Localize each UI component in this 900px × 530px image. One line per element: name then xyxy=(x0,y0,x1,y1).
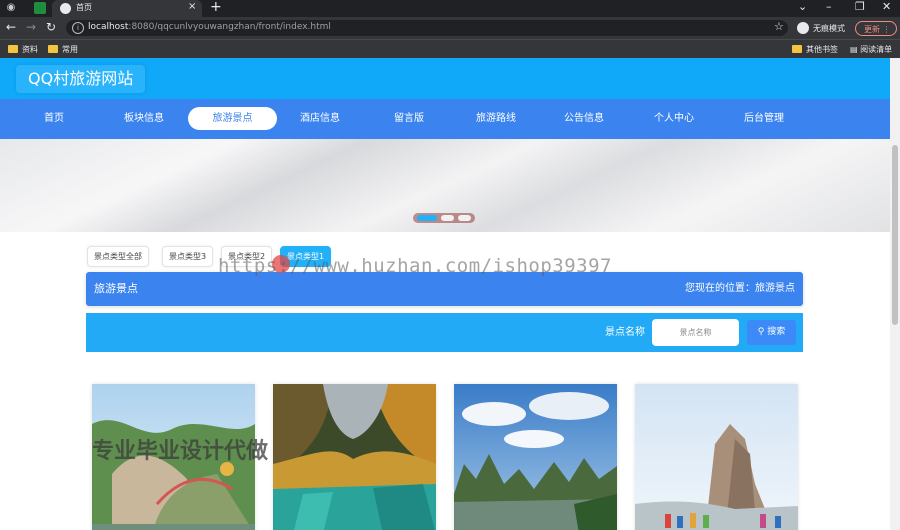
search-panel: 景点名称 ⚲ 搜索 xyxy=(86,313,803,352)
bookmark-label: 资料 xyxy=(22,45,38,54)
bookmark-other[interactable]: 其他书签 xyxy=(792,44,838,55)
update-button[interactable]: 更新 ⋮ xyxy=(855,21,897,36)
category-type3[interactable]: 景点类型3 xyxy=(162,246,214,267)
carousel-dot-3[interactable] xyxy=(458,215,471,221)
nav-item-profile[interactable]: 个人中心 xyxy=(648,99,700,139)
page-viewport: QQ村旅游网站 首页 板块信息 旅游景点 酒店信息 留言版 旅游路线 公告信息 … xyxy=(0,58,890,530)
breadcrumb: 您现在的位置：旅游景点 xyxy=(685,283,795,294)
bookmark-folder-changyong[interactable]: 常用 xyxy=(48,44,78,55)
main-nav: 首页 板块信息 旅游景点 酒店信息 留言版 旅游路线 公告信息 个人中心 后台管… xyxy=(0,99,890,139)
url-field[interactable]: i localhost:8080/qqcunlvyouwangzhan/fron… xyxy=(66,20,788,36)
incognito-label[interactable]: 无痕模式 xyxy=(813,23,845,34)
bookmark-star-icon[interactable]: ☆ xyxy=(774,20,784,33)
new-tab-button[interactable]: + xyxy=(210,0,222,15)
folder-icon xyxy=(8,45,18,53)
nav-item-routes[interactable]: 旅游路线 xyxy=(470,99,522,139)
back-icon[interactable]: ← xyxy=(6,20,16,34)
address-bar-row: ← → ↻ i localhost:8080/qqcunlvyouwangzha… xyxy=(0,17,900,39)
nav-item-attractions[interactable]: 旅游景点 xyxy=(188,107,277,130)
bookmark-label: 阅读清单 xyxy=(860,45,893,54)
url-path: :8080/qqcunlvyouwangzhan/front/index.htm… xyxy=(128,22,331,32)
update-label: 更新 xyxy=(864,25,880,34)
search-button[interactable]: ⚲ 搜索 xyxy=(747,320,796,345)
bookmark-label: 常用 xyxy=(62,45,78,54)
restore-icon[interactable]: ❐ xyxy=(855,0,865,13)
nav-item-home[interactable]: 首页 xyxy=(38,99,70,139)
tab-list-icon[interactable]: ⌄ xyxy=(798,0,807,13)
nav-item-notices[interactable]: 公告信息 xyxy=(558,99,610,139)
incognito-icon[interactable] xyxy=(797,22,809,34)
reading-list-icon: ▤ xyxy=(850,45,861,54)
search-label: 景点名称 xyxy=(605,327,645,338)
nav-item-hotels[interactable]: 酒店信息 xyxy=(294,99,346,139)
minimize-icon[interactable]: – xyxy=(826,0,832,13)
site-logo[interactable]: QQ村旅游网站 xyxy=(16,65,146,93)
carousel-indicators xyxy=(413,213,475,223)
reload-icon[interactable]: ↻ xyxy=(46,20,56,34)
nav-item-board[interactable]: 板块信息 xyxy=(118,99,170,139)
folder-icon xyxy=(792,45,802,53)
reading-list[interactable]: ▤ 阅读清单 xyxy=(850,44,892,55)
category-all[interactable]: 景点类型全部 xyxy=(87,246,149,267)
nav-item-guestbook[interactable]: 留言版 xyxy=(388,99,430,139)
url-text: localhost:8080/qqcunlvyouwangzhan/front/… xyxy=(88,22,331,32)
close-icon[interactable]: × xyxy=(188,1,196,12)
nav-item-admin[interactable]: 后台管理 xyxy=(738,99,790,139)
folder-icon xyxy=(48,45,58,53)
attraction-card[interactable] xyxy=(454,384,617,530)
attraction-image-rock-peak-crowd xyxy=(635,384,798,530)
search-input[interactable] xyxy=(652,319,739,346)
globe-icon xyxy=(60,3,71,14)
info-icon[interactable]: i xyxy=(72,22,84,34)
attraction-card[interactable] xyxy=(273,384,436,530)
browser-tab-active[interactable]: 首页 × xyxy=(52,0,202,17)
close-window-icon[interactable]: ✕ xyxy=(882,0,891,13)
watermark-url: https://www.huzhan.com/ishop39397 xyxy=(218,255,612,277)
carousel-dot-2[interactable] xyxy=(441,215,454,221)
bookmark-label: 其他书签 xyxy=(806,45,838,54)
attraction-image-karst-river xyxy=(454,384,617,530)
forward-icon[interactable]: → xyxy=(26,20,36,34)
url-host: localhost xyxy=(88,22,129,32)
attraction-image-autumn-lake xyxy=(273,384,436,530)
search-icon: ⚲ xyxy=(757,327,768,337)
attraction-card[interactable] xyxy=(635,384,798,530)
tab-search-icon[interactable]: ◉ xyxy=(5,2,17,14)
section-header: 旅游景点 您现在的位置：旅游景点 xyxy=(86,272,803,306)
site-header: QQ村旅游网站 xyxy=(0,58,890,99)
bookmarks-bar: 资料 常用 其他书签 ▤ 阅读清单 xyxy=(0,39,900,59)
search-button-label: 搜索 xyxy=(767,327,786,337)
carousel-dot-1[interactable] xyxy=(417,215,437,221)
watermark-text: 专业毕业设计代做 xyxy=(92,439,269,464)
browser-tab-bar: ◉ 首页 × + ⌄ – ❐ ✕ xyxy=(0,0,900,17)
scrollbar-thumb[interactable] xyxy=(892,145,898,325)
tab-title: 首页 xyxy=(76,3,92,12)
pinned-tab-icon[interactable] xyxy=(34,2,46,14)
bookmark-folder-ziliao[interactable]: 资料 xyxy=(8,44,38,55)
section-title: 旅游景点 xyxy=(94,282,138,295)
